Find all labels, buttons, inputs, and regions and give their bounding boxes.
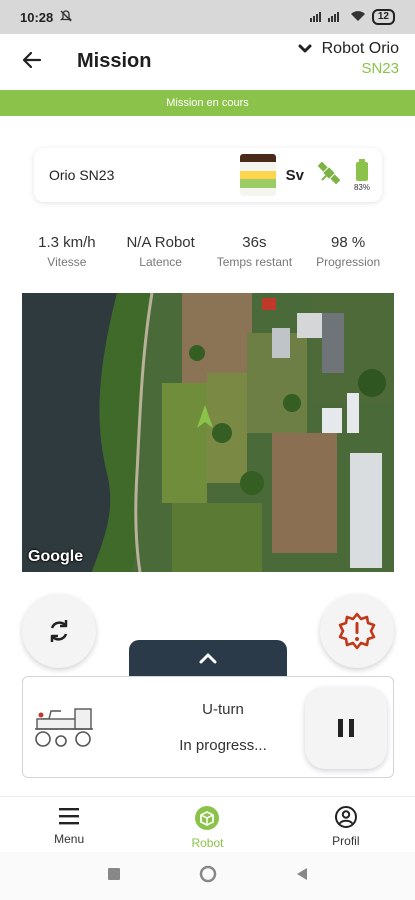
robot-selector-serial: SN23 <box>361 60 399 77</box>
mission-status-banner: Mission en cours <box>0 90 415 116</box>
nav-item-label: Profil <box>332 834 360 848</box>
stat-label: Temps restant <box>216 255 293 269</box>
triangle-back-icon <box>296 867 307 880</box>
robot-icon <box>195 806 220 830</box>
page-title: Mission <box>77 50 152 72</box>
stat-value: 1.3 km/h <box>38 234 96 251</box>
status-light-stack-icon <box>239 154 276 196</box>
profile-icon <box>334 806 357 828</box>
menu-icon <box>59 808 80 825</box>
system-navigation-bar <box>0 852 415 900</box>
emergency-alert-button[interactable] <box>320 594 394 668</box>
stat-progress: 98 % Progression <box>301 234 395 269</box>
stat-value: 98 % <box>331 234 366 251</box>
satellite-map[interactable]: Google <box>22 293 394 572</box>
stat-value: 36s <box>242 234 267 251</box>
recent-apps-button[interactable] <box>107 867 121 886</box>
mute-icon <box>59 9 73 26</box>
nav-item-menu[interactable]: Menu <box>0 797 138 852</box>
square-icon <box>107 867 120 880</box>
app-header: Mission Robot Orio SN23 <box>0 34 415 90</box>
sync-button[interactable] <box>22 594 96 668</box>
circle-icon <box>199 865 216 882</box>
status-battery: 12 <box>371 9 395 25</box>
current-action-card: U-turn In progress... <box>22 676 394 778</box>
robot-card-name: Orio SN23 <box>49 167 115 183</box>
satellite-icon <box>314 158 344 193</box>
chevron-down-icon <box>298 44 312 53</box>
status-time: 10:28 <box>20 9 54 25</box>
signal-icon <box>309 10 344 25</box>
wifi-icon <box>350 10 366 25</box>
arrow-left-icon <box>22 51 42 69</box>
robot-battery-percent: 83% <box>353 182 370 192</box>
back-button[interactable] <box>18 46 46 74</box>
action-status: In progress... <box>179 737 267 754</box>
home-button[interactable] <box>199 865 217 888</box>
nav-item-label: Menu <box>54 832 85 846</box>
status-bar: 10:28 12 <box>0 0 415 34</box>
nav-item-profile[interactable]: Profil <box>277 797 415 852</box>
nav-item-label: Robot <box>191 836 224 850</box>
robot-status-card: Orio SN23 Sv 83% <box>34 148 382 202</box>
gps-signal-text: Sv <box>285 166 304 184</box>
expand-panel-tab[interactable] <box>129 640 287 676</box>
robot-selector-name: Robot Orio <box>321 40 399 57</box>
pause-button[interactable] <box>305 687 387 769</box>
back-system-button[interactable] <box>295 867 309 886</box>
map-attribution: Google <box>28 548 84 565</box>
stat-speed: 1.3 km/h Vitesse <box>20 234 114 269</box>
stat-label: Latence <box>139 255 182 269</box>
mission-stats: 1.3 km/h Vitesse N/A Robot Latence 36s T… <box>20 234 395 269</box>
robot-selector[interactable]: Robot Orio SN23 <box>298 40 399 77</box>
stat-value: N/A Robot <box>126 234 195 251</box>
action-name: U-turn <box>202 701 244 718</box>
mission-status-text: Mission en cours <box>166 97 249 109</box>
nav-item-robot[interactable]: Robot <box>138 797 276 852</box>
stat-latency: N/A Robot Latence <box>114 234 208 269</box>
stat-time-remaining: 36s Temps restant <box>208 234 302 269</box>
alert-badge-icon <box>338 612 376 650</box>
robot-tractor-icon <box>31 705 97 754</box>
bottom-navigation: Menu Robot Profil <box>0 796 415 852</box>
robot-battery: 83% <box>353 158 370 192</box>
chevron-up-icon <box>199 653 217 664</box>
stat-label: Vitesse <box>47 255 87 269</box>
battery-icon <box>355 158 368 181</box>
pause-icon <box>338 719 354 737</box>
stat-label: Progression <box>316 255 381 269</box>
sync-icon <box>50 620 68 642</box>
